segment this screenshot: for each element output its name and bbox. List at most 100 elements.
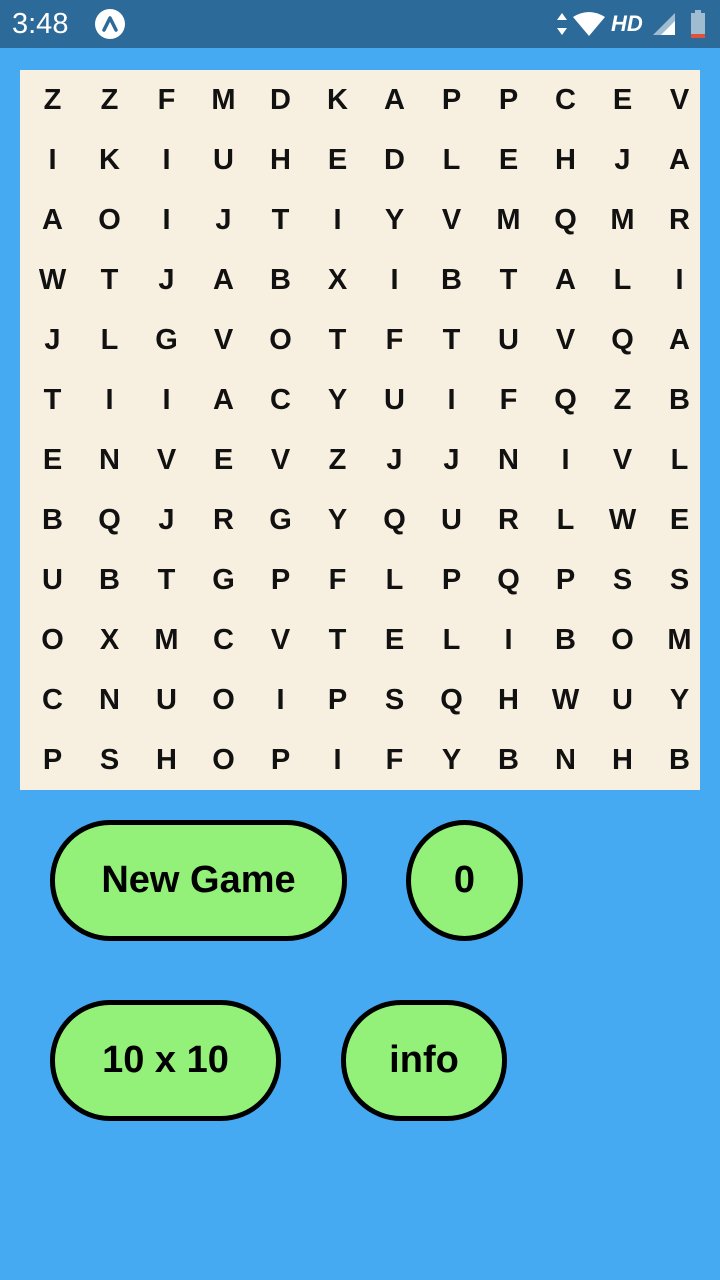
grid-cell[interactable]: L — [366, 550, 423, 610]
grid-cell[interactable]: X — [81, 610, 138, 670]
grid-cell[interactable]: R — [480, 490, 537, 550]
grid-cell[interactable]: J — [138, 250, 195, 310]
grid-cell[interactable]: J — [366, 430, 423, 490]
grid-cell[interactable]: S — [651, 550, 708, 610]
grid-cell[interactable]: N — [81, 670, 138, 730]
grid-cell[interactable]: A — [366, 70, 423, 130]
grid-cell[interactable]: B — [252, 250, 309, 310]
grid-cell[interactable]: M — [138, 610, 195, 670]
grid-cell[interactable]: R — [651, 190, 708, 250]
grid-cell[interactable]: U — [366, 370, 423, 430]
grid-cell[interactable]: T — [309, 310, 366, 370]
grid-cell[interactable]: Y — [309, 490, 366, 550]
grid-cell[interactable]: W — [537, 670, 594, 730]
grid-cell[interactable]: V — [138, 430, 195, 490]
grid-cell[interactable]: F — [480, 370, 537, 430]
grid-cell[interactable]: Y — [651, 670, 708, 730]
grid-cell[interactable]: V — [252, 430, 309, 490]
grid-cell[interactable]: G — [138, 310, 195, 370]
grid-cell[interactable]: J — [24, 310, 81, 370]
grid-cell[interactable]: T — [24, 370, 81, 430]
grid-cell[interactable]: O — [252, 310, 309, 370]
grid-cell[interactable]: W — [594, 490, 651, 550]
grid-cell[interactable]: V — [651, 70, 708, 130]
grid-cell[interactable]: I — [138, 190, 195, 250]
grid-cell[interactable]: A — [195, 370, 252, 430]
grid-cell[interactable]: R — [195, 490, 252, 550]
grid-cell[interactable]: U — [594, 670, 651, 730]
grid-cell[interactable]: V — [423, 190, 480, 250]
grid-cell[interactable]: T — [138, 550, 195, 610]
grid-cell[interactable]: K — [81, 130, 138, 190]
grid-cell[interactable]: S — [81, 730, 138, 790]
grid-cell[interactable]: U — [195, 130, 252, 190]
grid-cell[interactable]: V — [594, 430, 651, 490]
grid-cell[interactable]: E — [195, 430, 252, 490]
grid-cell[interactable]: W — [24, 250, 81, 310]
grid-cell[interactable]: P — [537, 550, 594, 610]
grid-cell[interactable]: E — [24, 430, 81, 490]
grid-cell[interactable]: L — [423, 610, 480, 670]
grid-cell[interactable]: U — [423, 490, 480, 550]
grid-cell[interactable]: E — [366, 610, 423, 670]
grid-cell[interactable]: O — [24, 610, 81, 670]
grid-cell[interactable]: H — [252, 130, 309, 190]
grid-cell[interactable]: I — [537, 430, 594, 490]
grid-cell[interactable]: Q — [423, 670, 480, 730]
grid-cell[interactable]: M — [594, 190, 651, 250]
grid-cell[interactable]: U — [138, 670, 195, 730]
grid-cell[interactable]: I — [252, 670, 309, 730]
grid-cell[interactable]: L — [594, 250, 651, 310]
grid-cell[interactable]: B — [537, 610, 594, 670]
grid-cell[interactable]: I — [480, 610, 537, 670]
grid-cell[interactable]: D — [252, 70, 309, 130]
score-counter[interactable]: 0 — [406, 820, 523, 941]
grid-cell[interactable]: J — [138, 490, 195, 550]
grid-cell[interactable]: V — [537, 310, 594, 370]
grid-cell[interactable]: K — [309, 70, 366, 130]
grid-cell[interactable]: M — [651, 610, 708, 670]
grid-cell[interactable]: C — [252, 370, 309, 430]
grid-cell[interactable]: U — [480, 310, 537, 370]
new-game-button[interactable]: New Game — [50, 820, 347, 941]
grid-cell[interactable]: Z — [594, 370, 651, 430]
grid-cell[interactable]: C — [195, 610, 252, 670]
grid-cell[interactable]: Q — [594, 310, 651, 370]
grid-cell[interactable]: H — [480, 670, 537, 730]
grid-cell[interactable]: F — [309, 550, 366, 610]
grid-cell[interactable]: I — [309, 730, 366, 790]
grid-cell[interactable]: L — [81, 310, 138, 370]
grid-cell[interactable]: B — [423, 250, 480, 310]
grid-cell[interactable]: I — [24, 130, 81, 190]
grid-cell[interactable]: E — [309, 130, 366, 190]
grid-cell[interactable]: A — [195, 250, 252, 310]
grid-cell[interactable]: Q — [366, 490, 423, 550]
grid-cell[interactable]: F — [138, 70, 195, 130]
grid-cell[interactable]: O — [195, 670, 252, 730]
grid-cell[interactable]: Q — [480, 550, 537, 610]
grid-cell[interactable]: B — [81, 550, 138, 610]
grid-cell[interactable]: P — [252, 550, 309, 610]
grid-cell[interactable]: J — [594, 130, 651, 190]
grid-cell[interactable]: L — [423, 130, 480, 190]
grid-cell[interactable]: T — [81, 250, 138, 310]
grid-cell[interactable]: G — [195, 550, 252, 610]
grid-size-button[interactable]: 10 x 10 — [50, 1000, 281, 1121]
grid-cell[interactable]: Z — [24, 70, 81, 130]
grid-cell[interactable]: I — [81, 370, 138, 430]
grid-cell[interactable]: C — [537, 70, 594, 130]
grid-cell[interactable]: P — [480, 70, 537, 130]
grid-cell[interactable]: D — [366, 130, 423, 190]
grid-cell[interactable]: E — [651, 490, 708, 550]
grid-cell[interactable]: S — [366, 670, 423, 730]
grid-cell[interactable]: I — [138, 370, 195, 430]
grid-cell[interactable]: H — [594, 730, 651, 790]
grid-cell[interactable]: A — [651, 310, 708, 370]
grid-cell[interactable]: N — [537, 730, 594, 790]
grid-cell[interactable]: P — [423, 70, 480, 130]
grid-cell[interactable]: N — [81, 430, 138, 490]
grid-cell[interactable]: U — [24, 550, 81, 610]
grid-cell[interactable]: Z — [309, 430, 366, 490]
grid-cell[interactable]: X — [309, 250, 366, 310]
grid-cell[interactable]: I — [423, 370, 480, 430]
